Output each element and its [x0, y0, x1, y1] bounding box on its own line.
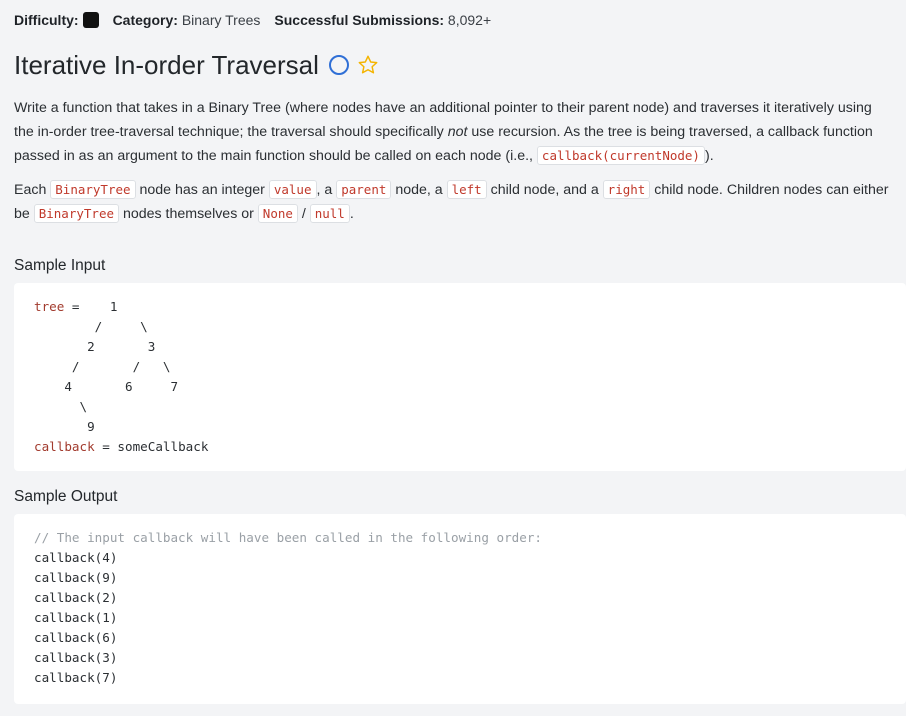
- inline-code: value: [268, 180, 317, 199]
- submissions-label: Successful Submissions:: [274, 12, 445, 28]
- desc-text: /: [297, 206, 310, 222]
- desc-text: node, a: [391, 182, 447, 198]
- difficulty-square-icon: [82, 12, 99, 28]
- sample-output-code: // The input callback will have been cal…: [34, 528, 886, 688]
- category-value: Binary Trees: [181, 12, 261, 28]
- sample-input-label: Sample Input: [14, 257, 106, 274]
- desc-text: nodes themselves or: [119, 206, 258, 222]
- tree-line: / / \: [34, 359, 171, 374]
- question-page: Difficulty: Category: Binary Trees Success…: [0, 0, 906, 716]
- inline-code: parent: [336, 180, 392, 199]
- tree-line: / \: [34, 319, 148, 334]
- tree-line: \: [34, 399, 88, 414]
- tree-var: tree: [34, 299, 65, 314]
- desc-text: .: [349, 206, 354, 222]
- desc-text: Each: [14, 182, 51, 198]
- output-line: callback(1): [34, 610, 118, 625]
- output-line: callback(2): [34, 590, 118, 605]
- sample-input-box: tree = 1 / \ 2 3 / / \ 4 6 7 \ 9 callbac…: [14, 283, 906, 471]
- output-line: callback(9): [34, 570, 118, 585]
- status-circle-icon[interactable]: [328, 55, 349, 75]
- desc-text: ).: [704, 148, 714, 164]
- tree-line: 2 3: [34, 339, 156, 354]
- page-title-row: Iterative In-order Traversal: [14, 49, 379, 81]
- description-paragraph-1: Write a function that takes in a Binary …: [14, 96, 894, 168]
- callback-assignment: = someCallback: [94, 439, 209, 454]
- inline-code: callback(currentNode): [536, 146, 705, 165]
- tree-line: 9: [34, 419, 95, 434]
- description-paragraph-2: Each BinaryTree node has an integer valu…: [14, 178, 894, 226]
- submissions-value: 8,092+: [447, 12, 492, 28]
- inline-code: left: [446, 180, 487, 199]
- output-line: callback(6): [34, 630, 118, 645]
- tree-line: = 1: [64, 299, 118, 314]
- category-label: Category:: [112, 12, 178, 28]
- output-line: callback(4): [34, 550, 118, 565]
- desc-text: , a: [316, 182, 337, 198]
- star-icon[interactable]: [357, 54, 379, 76]
- tree-line: 4 6 7: [34, 379, 179, 394]
- desc-text: child node, and a: [486, 182, 603, 198]
- problem-description: Write a function that takes in a Binary …: [14, 96, 894, 226]
- sample-input-code: tree = 1 / \ 2 3 / / \ 4 6 7 \ 9 callbac…: [34, 297, 886, 457]
- inline-code: None: [257, 204, 298, 223]
- desc-emphasis: not: [447, 124, 468, 140]
- desc-text: node has an integer: [135, 182, 269, 198]
- difficulty-label: Difficulty:: [14, 12, 79, 28]
- inline-code: BinaryTree: [50, 180, 136, 199]
- page-title: Iterative In-order Traversal: [14, 50, 319, 80]
- inline-code: right: [602, 180, 651, 199]
- callback-var: callback: [34, 439, 95, 454]
- inline-code: null: [309, 204, 350, 223]
- output-line: callback(3): [34, 650, 118, 665]
- output-comment: // The input callback will have been cal…: [34, 530, 542, 545]
- sample-output-label: Sample Output: [14, 488, 118, 505]
- question-meta: Difficulty: Category: Binary Trees Success…: [14, 10, 491, 30]
- sample-output-box: // The input callback will have been cal…: [14, 514, 906, 704]
- inline-code: BinaryTree: [33, 204, 119, 223]
- output-line: callback(7): [34, 670, 118, 685]
